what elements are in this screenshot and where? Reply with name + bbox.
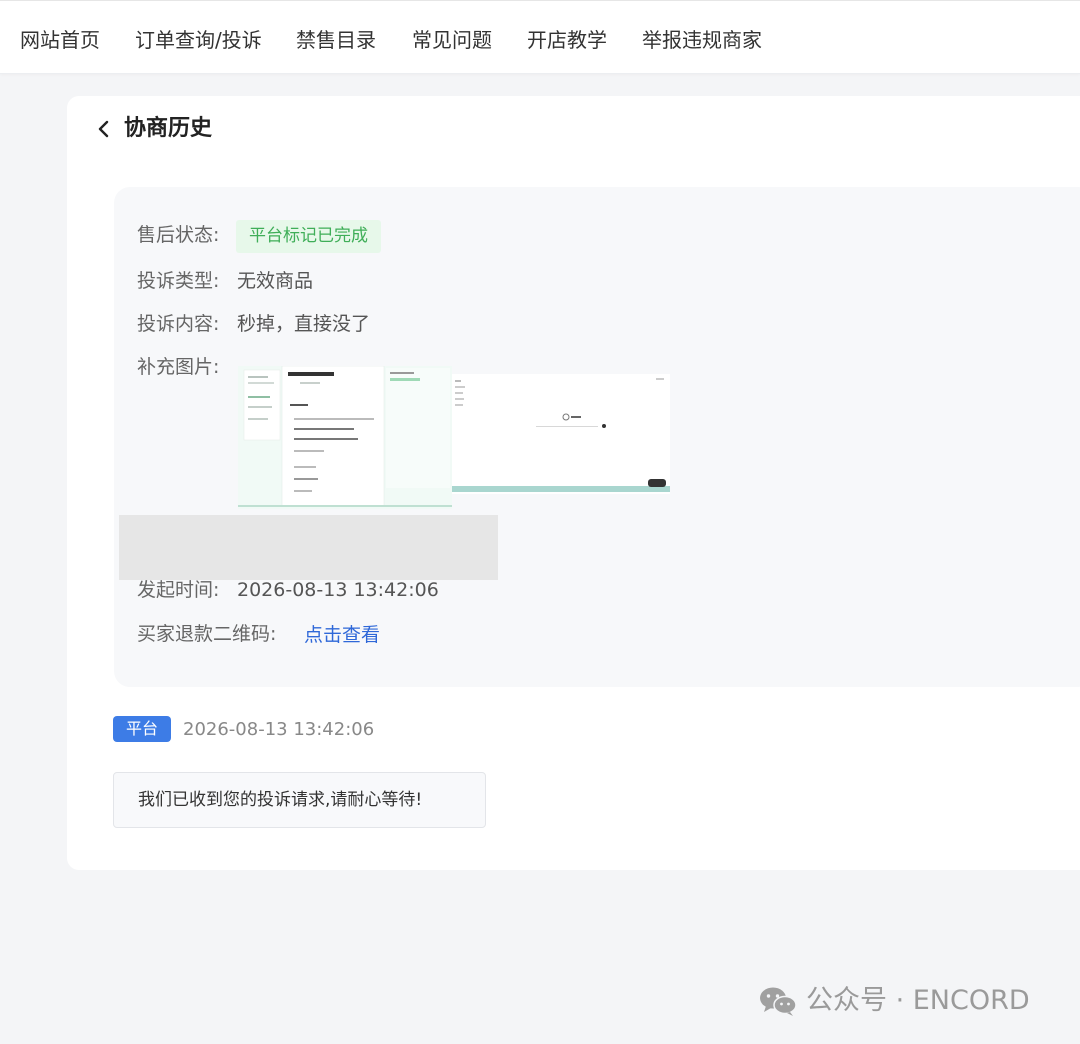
created-time-label: 发起时间:	[137, 579, 220, 601]
attachment-image-1-content	[238, 366, 452, 509]
message-time: 2026-08-13 13:42:06	[183, 719, 375, 740]
message-text: 我们已收到您的投诉请求,请耐心等待!	[138, 790, 423, 810]
complaint-content-label: 投诉内容:	[137, 313, 220, 335]
nav-item-report-merchant[interactable]: 举报违规商家	[642, 27, 762, 53]
attachment-image-1[interactable]	[238, 366, 452, 509]
view-qr-link[interactable]: 点击查看	[304, 622, 380, 648]
sender-tag: 平台	[113, 716, 171, 742]
message-bubble: 我们已收到您的投诉请求,请耐心等待!	[113, 772, 486, 828]
nav-item-shop-tutorial[interactable]: 开店教学	[527, 27, 607, 53]
wechat-icon	[760, 987, 797, 1016]
nav-item-order-query[interactable]: 订单查询/投诉	[135, 27, 262, 53]
complaint-type-value: 无效商品	[237, 270, 314, 292]
images-label: 补充图片:	[137, 356, 220, 378]
status-badge: 平台标记已完成	[236, 220, 381, 253]
complaint-type-label: 投诉类型:	[137, 270, 220, 292]
nav-item-home[interactable]: 网站首页	[20, 27, 100, 53]
status-label: 售后状态:	[137, 224, 220, 246]
refund-qr-label: 买家退款二维码:	[137, 623, 277, 645]
attachment-image-2-content	[452, 374, 670, 494]
page-title: 协商历史	[124, 116, 213, 141]
created-time-value: 2026-08-13 13:42:06	[237, 579, 439, 601]
complaint-content-value: 秒掉，直接没了	[237, 313, 371, 335]
redacted-area	[119, 515, 498, 580]
chevron-left-icon[interactable]	[95, 116, 117, 142]
attachment-image-2[interactable]	[452, 374, 670, 494]
nav-item-faq[interactable]: 常见问题	[412, 27, 492, 53]
top-navigation: 网站首页 订单查询/投诉 禁售目录 常见问题 开店教学 举报违规商家	[0, 0, 1080, 74]
nav-item-prohibited-list[interactable]: 禁售目录	[296, 27, 376, 53]
watermark-text: 公众号 · ENCORD	[806, 985, 1030, 1016]
